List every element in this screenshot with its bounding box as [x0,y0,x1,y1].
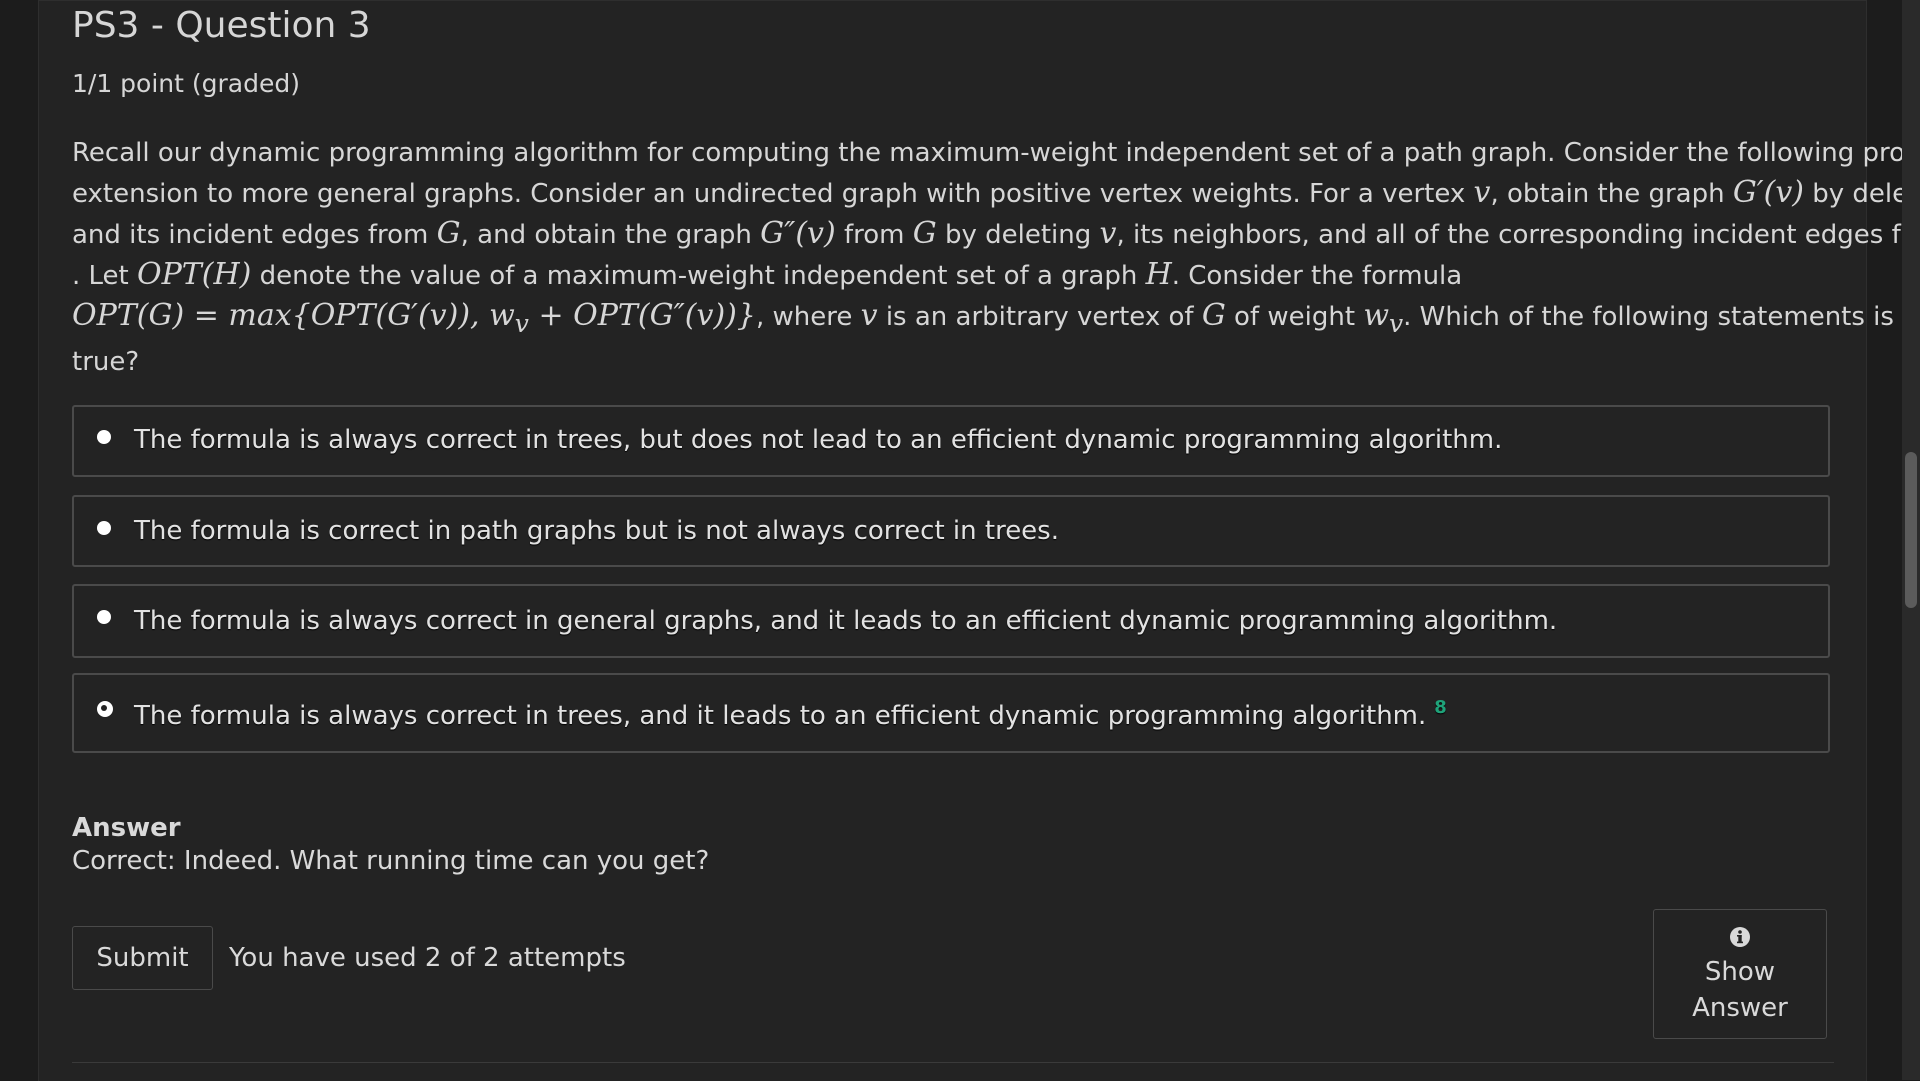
choice-option-3[interactable]: The formula is always correct in general… [72,584,1830,658]
question-line-3: and its incident edges from G, and obtai… [72,214,1920,255]
question-text: Recall our dynamic programming algorithm… [72,134,1920,382]
question-text-segment: is an arbitrary vertex of [877,302,1202,332]
question-text-segment: from [835,220,913,250]
question-line-1: Recall our dynamic programming algorithm… [72,134,1920,173]
radio-button[interactable] [97,430,111,444]
question-text-segment: true? [72,347,140,377]
problem-title: PS3 - Question 3 [72,5,371,46]
question-text-segment: , obtain the graph [1490,179,1733,209]
answer-heading: Answer [72,813,181,843]
question-line-4: . Let OPT(H) denote the value of a maxim… [72,255,1834,296]
radio-button[interactable] [97,610,111,624]
page-frame: PS3 - Question 3 1/1 point (graded) Reca… [0,0,1920,1081]
radio-button-selected[interactable] [97,701,113,717]
question-line-6: true? [72,343,1834,382]
choice-label[interactable]: The formula is correct in path graphs bu… [134,516,1059,546]
math-g-double-prime-v: G″(v) [760,216,836,251]
question-text-segment: , where [755,302,861,332]
question-text-segment: Recall our dynamic programming algorithm… [72,138,1920,168]
question-text-segment: denote the value of a maximum-weight ind… [251,261,1146,291]
choice-option-1[interactable]: The formula is always correct in trees, … [72,405,1830,477]
show-answer-label[interactable]: Show Answer [1654,954,1826,1026]
choice-option-4[interactable]: The formula is always correct in trees, … [72,673,1830,753]
choice-label-row[interactable]: The formula is always correct in trees, … [134,697,1447,731]
choice-label[interactable]: The formula is always correct in general… [134,606,1557,636]
question-text-segment: extension to more general graphs. Consid… [72,179,1474,209]
math-subscript-v: v [1389,309,1404,338]
submit-button[interactable]: Submit [72,926,213,990]
question-text-segment: and its incident edges from [72,220,437,250]
radio-button[interactable] [97,521,111,535]
info-icon [1730,927,1750,947]
question-text-segment: , its neighbors, and all of the correspo… [1116,220,1920,250]
math-vertex-v: v [860,298,878,333]
question-text-segment: of weight [1225,302,1364,332]
math-weight-symbol: w [1363,298,1389,333]
section-divider [72,1062,1834,1063]
math-graph-h: H [1145,257,1172,292]
math-opt-h: OPT(H) [137,257,252,292]
math-graph-g: G [1201,298,1226,333]
scrollbar[interactable] [1902,0,1920,1080]
problem-points: 1/1 point (graded) [72,69,300,98]
answer-text: Correct: Indeed. What running time can y… [72,846,710,876]
question-text-segment: . Which of the following statements is [1403,302,1894,332]
math-subscript-v: v [514,309,529,338]
question-line-2: extension to more general graphs. Consid… [72,173,1920,214]
show-answer-button[interactable]: Show Answer [1653,909,1827,1039]
math-vertex-v: v [1099,216,1117,251]
question-text-segment: . Consider the formula [1171,261,1463,291]
scrollbar-thumb[interactable] [1905,452,1917,608]
math-graph-g: G [436,216,461,251]
problem-panel: PS3 - Question 3 1/1 point (graded) Reca… [38,0,1920,1081]
math-vertex-v: v [1473,175,1491,210]
choice-option-2[interactable]: The formula is correct in path graphs bu… [72,495,1830,567]
question-text-segment: . Let [72,261,138,291]
math-weight-w: wv [1363,298,1403,338]
choice-label[interactable]: The formula is always correct in trees, … [134,425,1502,455]
math-formula-part: + OPT(G″(v))} [528,298,756,333]
question-text-segment: , and obtain the graph [460,220,761,250]
correct-status-marker: 8 [1434,697,1447,718]
question-line-5: OPT(G) = max{OPT(G′(v)), wv + OPT(G″(v))… [72,296,1894,343]
math-graph-g: G [912,216,937,251]
attempts-text: You have used 2 of 2 attempts [229,943,626,973]
math-formula-part: OPT(G) = max{OPT(G′(v)), w [72,298,515,333]
choice-label[interactable]: The formula is always correct in trees, … [134,701,1426,731]
math-formula: OPT(G) = max{OPT(G′(v)), wv + OPT(G″(v))… [72,298,756,338]
question-text-segment: by deleting [936,220,1100,250]
math-g-prime-v: G′(v) [1732,175,1804,210]
